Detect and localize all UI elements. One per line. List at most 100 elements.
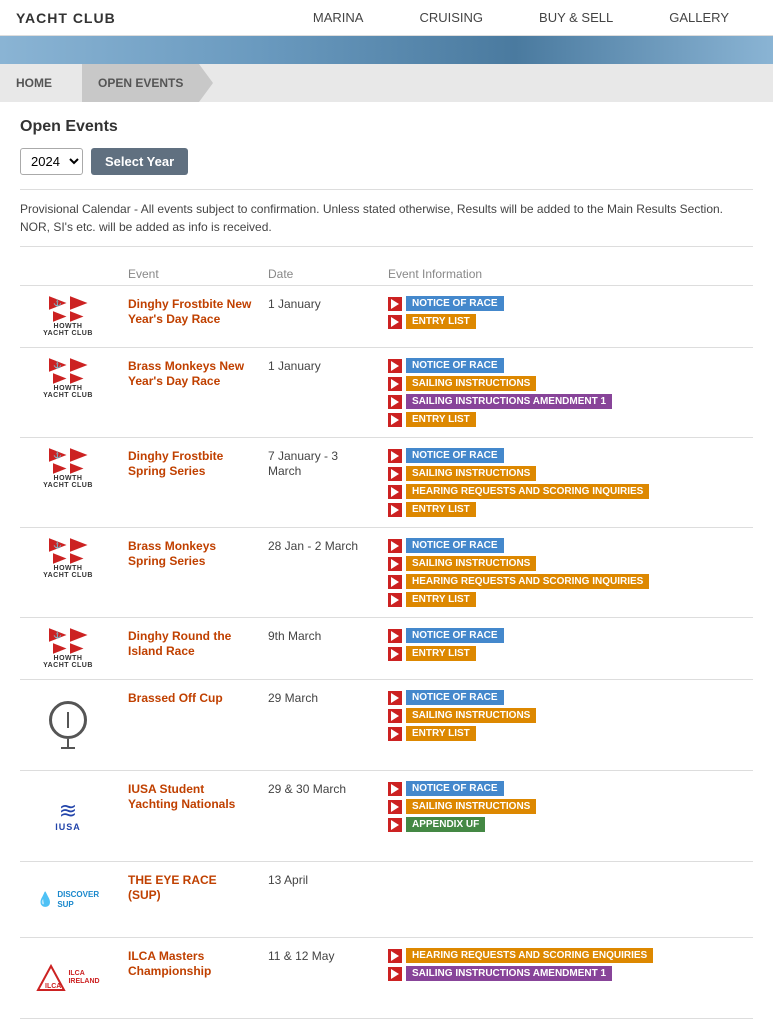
header: YACHT CLUB MARINA CRUISING BUY & SELL GA…	[0, 0, 773, 36]
breadcrumb-arrow-2	[199, 64, 213, 102]
badge-label[interactable]: ENTRY LIST	[406, 412, 476, 427]
badge-row[interactable]: ENTRY LIST	[388, 726, 745, 741]
badge-row[interactable]: NOTICE OF RACE	[388, 448, 745, 463]
badge-label[interactable]: ENTRY LIST	[406, 726, 476, 741]
badge-label[interactable]: SAILING INSTRUCTIONS	[406, 376, 536, 391]
events-table: Event Date Event Information ⚓ HOWTH YAC…	[20, 263, 753, 1019]
badge-label[interactable]: NOTICE OF RACE	[406, 448, 504, 463]
breadcrumb-home[interactable]: HOME	[0, 64, 68, 102]
event-name[interactable]: ILCA Masters Championship	[128, 949, 211, 978]
badge-row[interactable]: NOTICE OF RACE	[388, 358, 745, 373]
badge-label[interactable]: SAILING INSTRUCTIONS AMENDMENT 1	[406, 966, 612, 981]
badge-label[interactable]: ENTRY LIST	[406, 592, 476, 607]
badge-label[interactable]: NOTICE OF RACE	[406, 690, 504, 705]
badge-row[interactable]: HEARING REQUESTS AND SCORING INQUIRIES	[388, 574, 745, 589]
badge-row[interactable]: ENTRY LIST	[388, 412, 745, 427]
badge-label[interactable]: HEARING REQUESTS AND SCORING INQUIRIES	[406, 484, 649, 499]
club-logo: ⚓ HOWTH YACHT CLUB	[28, 538, 108, 579]
badge-row[interactable]: SAILING INSTRUCTIONS	[388, 708, 745, 723]
nav-gallery[interactable]: GALLERY	[641, 10, 757, 25]
provisional-notice: Provisional Calendar - All events subjec…	[20, 189, 753, 247]
badge-row[interactable]: NOTICE OF RACE	[388, 628, 745, 643]
badge-row[interactable]: ENTRY LIST	[388, 502, 745, 517]
badge-label[interactable]: ENTRY LIST	[406, 502, 476, 517]
table-row: Brassed Off Cup29 March NOTICE OF RACE S…	[20, 680, 753, 771]
event-date: 11 & 12 May	[268, 949, 334, 963]
badge-row[interactable]: ENTRY LIST	[388, 592, 745, 607]
badge-play-icon	[388, 709, 402, 723]
badge-play-icon	[388, 467, 402, 481]
club-logo: ⚓ HOWTH YACHT CLUB	[28, 628, 108, 669]
badge-label[interactable]: ENTRY LIST	[406, 314, 476, 329]
badge-label[interactable]: SAILING INSTRUCTIONS	[406, 708, 536, 723]
table-row: ⚓ HOWTH YACHT CLUB Brass Monkeys New Yea…	[20, 348, 753, 438]
badge-play-icon	[388, 557, 402, 571]
event-name[interactable]: Brassed Off Cup	[128, 691, 223, 705]
badge-label[interactable]: NOTICE OF RACE	[406, 628, 504, 643]
badge-play-icon	[388, 800, 402, 814]
badge-row[interactable]: SAILING INSTRUCTIONS	[388, 376, 745, 391]
badge-label[interactable]: SAILING INSTRUCTIONS	[406, 466, 536, 481]
table-row: ≋ IUSA IUSA Student Yachting Nationals 29…	[20, 771, 753, 862]
event-date: 28 Jan - 2 March	[268, 539, 358, 553]
badge-row[interactable]: ENTRY LIST	[388, 646, 745, 661]
badge-row[interactable]: NOTICE OF RACE	[388, 296, 745, 311]
badge-label[interactable]: SAILING INSTRUCTIONS	[406, 799, 536, 814]
badge-row[interactable]: SAILING INSTRUCTIONS	[388, 556, 745, 571]
badge-label[interactable]: NOTICE OF RACE	[406, 296, 504, 311]
badge-play-icon	[388, 691, 402, 705]
badge-label[interactable]: APPENDIX UF	[406, 817, 485, 832]
col-header-event: Event	[120, 263, 260, 286]
iusa-logo: ≋ IUSA	[28, 781, 108, 851]
year-dropdown[interactable]: 2024 2023 2022	[20, 148, 83, 175]
select-year-button[interactable]: Select Year	[91, 148, 188, 175]
badge-row[interactable]: SAILING INSTRUCTIONS AMENDMENT 1	[388, 966, 745, 981]
badge-row[interactable]: NOTICE OF RACE	[388, 538, 745, 553]
badge-row[interactable]: HEARING REQUESTS AND SCORING INQUIRIES	[388, 484, 745, 499]
badge-label[interactable]: HEARING REQUESTS AND SCORING ENQUIRIES	[406, 948, 653, 963]
table-row: ⚓ HOWTH YACHT CLUB Brass Monkeys Spring …	[20, 528, 753, 618]
badge-row[interactable]: SAILING INSTRUCTIONS	[388, 466, 745, 481]
event-name[interactable]: Dinghy Frostbite Spring Series	[128, 449, 223, 478]
badge-row[interactable]: ENTRY LIST	[388, 314, 745, 329]
event-name[interactable]: Brass Monkeys New Year's Day Race	[128, 359, 244, 388]
event-name[interactable]: Dinghy Round the Island Race	[128, 629, 231, 658]
event-badges: NOTICE OF RACE ENTRY LIST	[388, 296, 745, 329]
event-name[interactable]: IUSA Student Yachting Nationals	[128, 782, 235, 811]
event-name[interactable]: THE EYE RACE (SUP)	[128, 873, 217, 902]
badge-row[interactable]: NOTICE OF RACE	[388, 781, 745, 796]
event-badges: NOTICE OF RACE SAILING INSTRUCTIONS APPE…	[388, 781, 745, 832]
nav-buy-sell[interactable]: BUY & SELL	[511, 10, 641, 25]
badge-row[interactable]: SAILING INSTRUCTIONS	[388, 799, 745, 814]
nav-cruising[interactable]: CRUISING	[391, 10, 511, 25]
event-name[interactable]: Dinghy Frostbite New Year's Day Race	[128, 297, 251, 326]
year-selector-row: 2024 2023 2022 Select Year	[20, 148, 753, 175]
badge-label[interactable]: NOTICE OF RACE	[406, 358, 504, 373]
event-date: 29 & 30 March	[268, 782, 346, 796]
badge-play-icon	[388, 727, 402, 741]
badge-label[interactable]: NOTICE OF RACE	[406, 781, 504, 796]
badge-label[interactable]: SAILING INSTRUCTIONS	[406, 556, 536, 571]
badge-label[interactable]: ENTRY LIST	[406, 646, 476, 661]
badge-label[interactable]: SAILING INSTRUCTIONS AMENDMENT 1	[406, 394, 612, 409]
badge-play-icon	[388, 539, 402, 553]
badge-row[interactable]: NOTICE OF RACE	[388, 690, 745, 705]
event-date: 1 January	[268, 359, 321, 373]
event-name[interactable]: Brass Monkeys Spring Series	[128, 539, 216, 568]
badge-label[interactable]: NOTICE OF RACE	[406, 538, 504, 553]
col-header-logo	[20, 263, 120, 286]
badge-row[interactable]: HEARING REQUESTS AND SCORING ENQUIRIES	[388, 948, 745, 963]
badge-row[interactable]: APPENDIX UF	[388, 817, 745, 832]
badge-row[interactable]: SAILING INSTRUCTIONS AMENDMENT 1	[388, 394, 745, 409]
main-nav: MARINA CRUISING BUY & SELL GALLERY	[285, 10, 757, 25]
badge-play-icon	[388, 485, 402, 499]
badge-label[interactable]: HEARING REQUESTS AND SCORING INQUIRIES	[406, 574, 649, 589]
page-title: Open Events	[20, 118, 753, 136]
col-header-date: Date	[260, 263, 380, 286]
breadcrumb: HOME OPEN EVENTS	[0, 64, 773, 102]
event-badges: NOTICE OF RACE ENTRY LIST	[388, 628, 745, 661]
table-row: ⚓ HOWTH YACHT CLUB Dinghy Frostbite New …	[20, 286, 753, 348]
badge-play-icon	[388, 647, 402, 661]
nav-marina[interactable]: MARINA	[285, 10, 392, 25]
badge-play-icon	[388, 575, 402, 589]
